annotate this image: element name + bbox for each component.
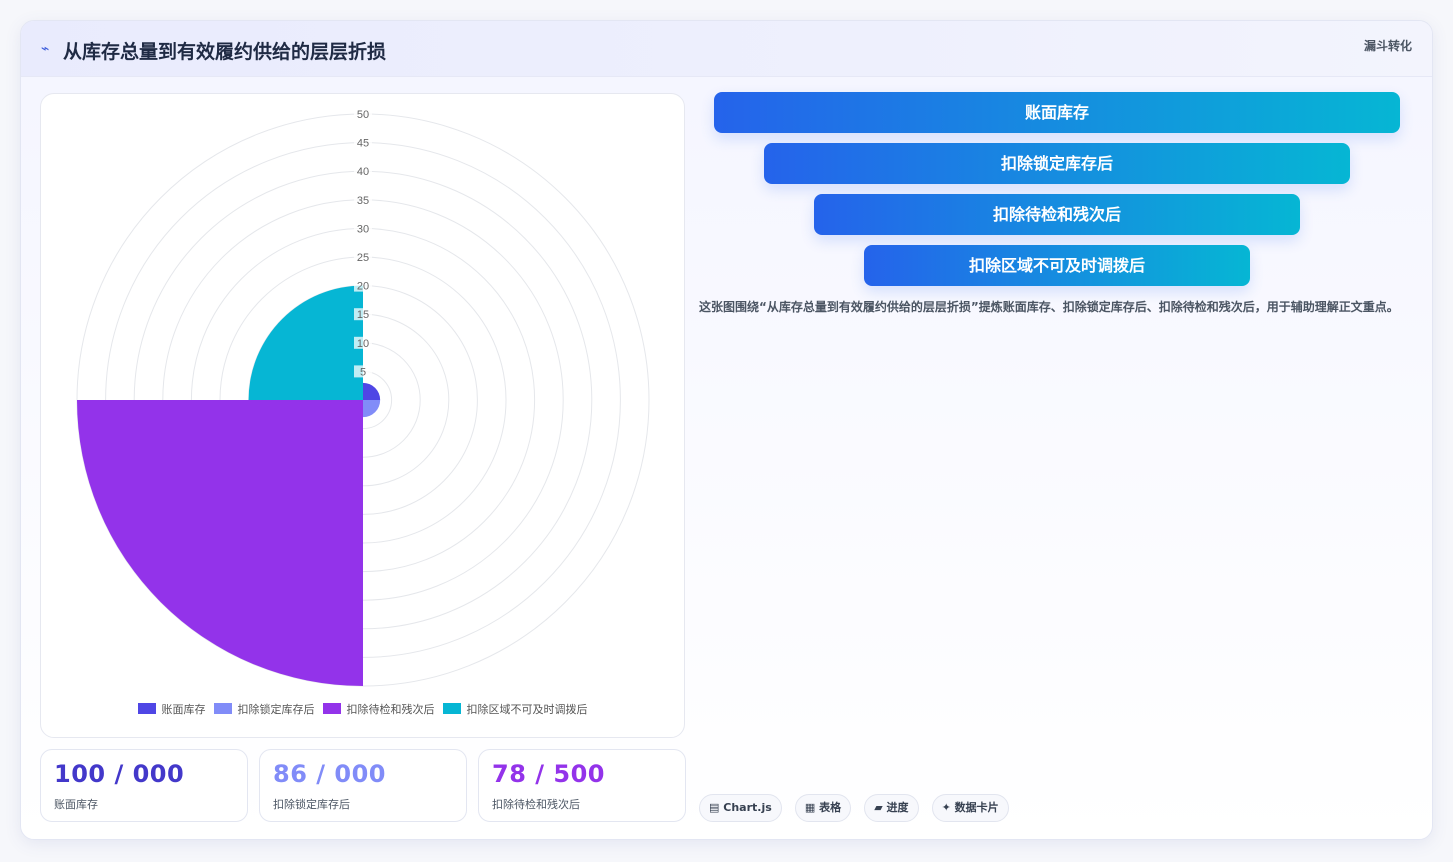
card-header: ⌁ 从库存总量到有效履约供给的层层折损 漏斗转化 xyxy=(21,21,1432,77)
r-tick-label: 45 xyxy=(357,138,369,150)
r-tick-label: 20 xyxy=(357,281,369,293)
polar-sector xyxy=(363,382,381,400)
tag-label: 进度 xyxy=(886,801,909,814)
card-title: 从库存总量到有效履约供给的层层折损 xyxy=(63,41,387,63)
stat-card-2: 78 / 500 扣除待检和残次后 xyxy=(478,749,686,822)
polar-chart-panel: 5 10 15 20 25 30 35 40 45 50 账面库存 扣除锁定库存后 扣除待检和残次后 扣… xyxy=(40,93,685,738)
legend-label: 账面库存 xyxy=(161,703,206,716)
chart-icon: ▤ xyxy=(709,801,720,814)
sparkle-icon: ✦ xyxy=(941,801,951,814)
stat-value: 78 / 500 xyxy=(492,760,605,788)
tag-data-card: ✦ 数据卡片 xyxy=(931,794,1009,822)
tag-progress: ▰ 进度 xyxy=(864,794,919,822)
stat-label: 扣除待检和残次后 xyxy=(492,798,580,811)
progress-icon: ▰ xyxy=(874,801,883,814)
chart-type-tag: 漏斗转化 xyxy=(1363,39,1412,53)
legend-swatch xyxy=(137,703,156,714)
chart-card: ⌁ 从库存总量到有效履约供给的层层折损 漏斗转化 5 10 15 20 25 30 35 40… xyxy=(20,20,1433,840)
polar-sector xyxy=(77,400,363,686)
stat-card-1: 86 / 000 扣除锁定库存后 xyxy=(259,749,467,822)
legend-label: 扣除锁定库存后 xyxy=(237,703,315,716)
feature-tags: ▤ Chart.js ▦ 表格 ▰ 进度 ✦ 数据卡片 xyxy=(699,794,1017,822)
r-tick-label: 10 xyxy=(357,338,369,350)
r-tick-label: 15 xyxy=(357,309,369,321)
legend-item[interactable]: 扣除区域不可及时调拨后 xyxy=(442,701,588,717)
tag-label: Chart.js xyxy=(723,801,772,814)
polar-sector xyxy=(363,400,381,418)
chart-description: 这张图围绕“从库存总量到有效履约供给的层层折损”提炼账面库存、扣除锁定库存后、扣… xyxy=(699,300,1399,314)
r-tick-label: 40 xyxy=(357,166,369,178)
legend-swatch xyxy=(442,703,461,714)
funnel-step-3: 扣除区域不可及时调拨后 xyxy=(864,245,1250,286)
tag-table: ▦ 表格 xyxy=(794,794,852,822)
chart-glyph-icon: ⌁ xyxy=(41,41,50,57)
table-icon: ▦ xyxy=(804,801,816,814)
stat-label: 账面库存 xyxy=(54,798,98,811)
tag-label: 表格 xyxy=(819,801,842,814)
legend-swatch xyxy=(213,703,232,714)
stat-label: 扣除锁定库存后 xyxy=(273,798,350,811)
r-tick-label: 30 xyxy=(357,223,369,235)
tag-chartjs: ▤ Chart.js xyxy=(699,794,782,822)
r-tick-label: 5 xyxy=(360,366,366,378)
legend-item[interactable]: 账面库存 xyxy=(137,701,206,717)
tag-label: 数据卡片 xyxy=(954,801,999,814)
stat-value: 86 / 000 xyxy=(273,760,386,788)
r-tick-label: 50 xyxy=(357,109,369,121)
legend-item[interactable]: 扣除待检和残次后 xyxy=(322,701,435,717)
legend-swatch xyxy=(322,703,341,714)
legend-label: 扣除区域不可及时调拨后 xyxy=(466,703,588,716)
polar-area-chart: 5 10 15 20 25 30 35 40 45 50 xyxy=(76,108,650,687)
chart-legend: 账面库存 扣除锁定库存后 扣除待检和残次后 扣除区域不可及时调拨后 xyxy=(41,701,684,717)
stat-value: 100 / 000 xyxy=(54,760,185,788)
stat-card-0: 100 / 000 账面库存 xyxy=(40,749,248,822)
r-tick-label: 35 xyxy=(357,195,369,207)
polar-sector xyxy=(248,285,363,400)
funnel-step-1: 扣除锁定库存后 xyxy=(764,143,1350,184)
legend-label: 扣除待检和残次后 xyxy=(346,703,435,716)
r-tick-label: 25 xyxy=(357,252,369,264)
funnel-step-2: 扣除待检和残次后 xyxy=(814,194,1300,235)
legend-item[interactable]: 扣除锁定库存后 xyxy=(213,701,315,717)
funnel-step-0: 账面库存 xyxy=(714,92,1400,133)
